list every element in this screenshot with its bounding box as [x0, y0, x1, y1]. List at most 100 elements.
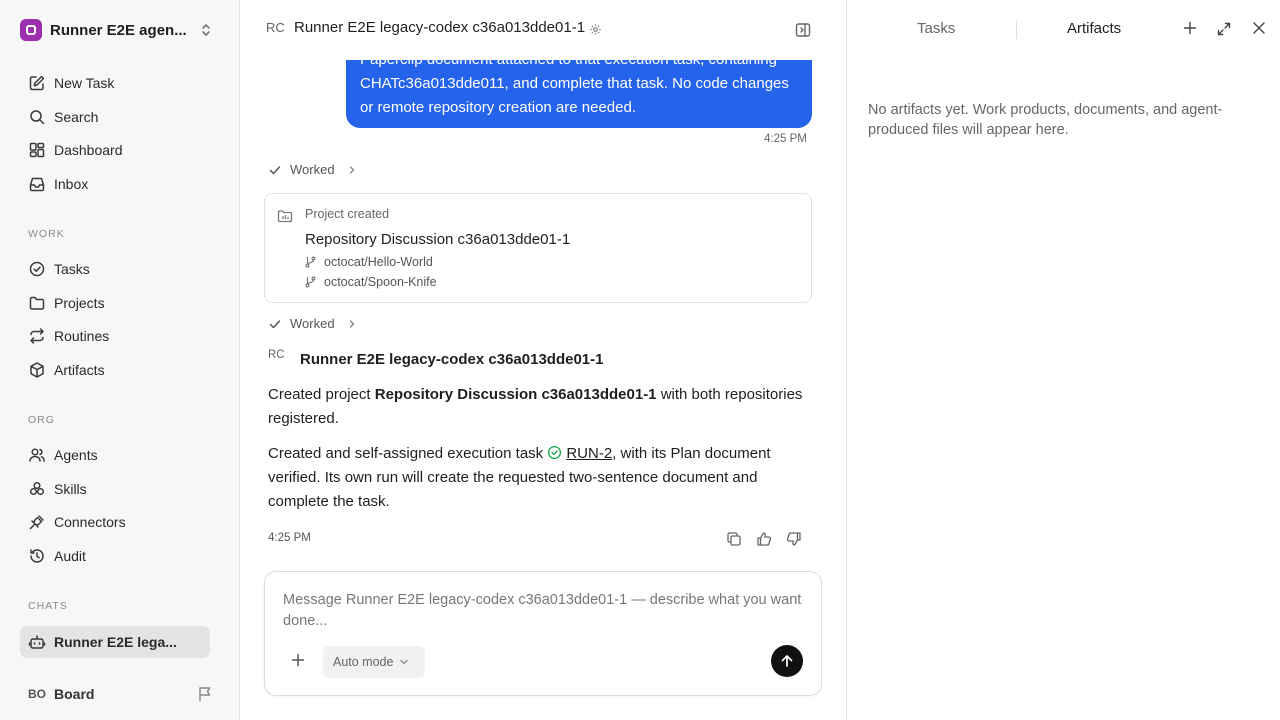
- nav-new-task[interactable]: New Task: [20, 68, 210, 98]
- expand-icon[interactable]: [1216, 21, 1232, 37]
- nav-audit[interactable]: Audit: [20, 541, 210, 571]
- worked-label: Worked: [290, 316, 335, 331]
- nav-tasks[interactable]: Tasks: [20, 254, 210, 284]
- project-name-bold: Repository Discussion c36a013dde01-1: [374, 386, 657, 403]
- agent-avatar: RC: [268, 349, 285, 361]
- chat-panel: Paperclip document attached to that exec…: [240, 0, 846, 720]
- artifacts-panel: Tasks Artifacts No artifacts yet. Work p…: [846, 0, 1280, 720]
- text-span: Created project: [268, 386, 375, 403]
- agent-message-header: RC Runner E2E legacy-codex c36a013dde01-…: [268, 349, 604, 369]
- nav-routines[interactable]: Routines: [20, 321, 210, 351]
- copy-icon[interactable]: [726, 531, 742, 547]
- dashboard-icon: [28, 141, 46, 159]
- gear-icon[interactable]: [589, 23, 602, 36]
- git-branch-icon: [305, 276, 316, 288]
- nav-dashboard[interactable]: Dashboard: [20, 135, 210, 165]
- message-actions: [726, 531, 802, 547]
- nav-connectors[interactable]: Connectors: [20, 507, 210, 537]
- card-label: Project created: [305, 207, 390, 221]
- nav-label: Projects: [54, 295, 105, 311]
- workspace-name: Runner E2E agen...: [50, 21, 187, 39]
- nav-agents[interactable]: Agents: [20, 440, 210, 470]
- chat-item-runner[interactable]: Runner E2E lega...: [20, 626, 210, 658]
- check-icon: [268, 163, 282, 177]
- nav-label: New Task: [54, 75, 115, 91]
- inbox-icon: [28, 175, 46, 193]
- check-circle-icon: [28, 260, 46, 278]
- add-plus-icon[interactable]: [1183, 21, 1197, 35]
- chevron-up-down-icon[interactable]: [200, 22, 212, 38]
- plug-icon: [28, 513, 46, 531]
- text-span: Created and self-assigned execution task: [268, 445, 548, 462]
- check-icon: [268, 317, 282, 331]
- board-label: Board: [54, 686, 95, 702]
- chat-title: Runner E2E legacy-codex c36a013dde01-1: [294, 19, 586, 36]
- tab-divider: [1016, 21, 1017, 39]
- nav-artifacts[interactable]: Artifacts: [20, 355, 210, 385]
- users-icon: [28, 446, 46, 464]
- edit-icon: [28, 74, 46, 92]
- workspace-logo-icon: [20, 19, 42, 41]
- task-link-run-2[interactable]: RUN-2: [566, 442, 612, 466]
- chevron-down-icon: [399, 657, 409, 667]
- nav-label: Agents: [54, 447, 98, 463]
- project-icon: [277, 208, 293, 224]
- agent-message-paragraph-2: Created and self-assigned execution task…: [268, 442, 808, 514]
- thumbs-up-icon[interactable]: [756, 531, 772, 547]
- nav-label: Inbox: [54, 176, 89, 192]
- section-label-org: ORG: [28, 414, 55, 426]
- worked-label: Worked: [290, 162, 335, 177]
- tab-artifacts[interactable]: Artifacts: [1067, 20, 1121, 37]
- agent-name: Runner E2E legacy-codex c36a013dde01-1: [300, 350, 604, 368]
- attach-plus-icon[interactable]: [291, 653, 305, 667]
- nav-inbox[interactable]: Inbox: [20, 169, 210, 199]
- send-button[interactable]: [771, 645, 803, 677]
- tab-tasks[interactable]: Tasks: [917, 20, 955, 37]
- panel-toggle-icon[interactable]: [794, 21, 812, 39]
- check-circle-icon: [547, 445, 562, 460]
- nav-label: Connectors: [54, 514, 126, 530]
- artifacts-empty-state: No artifacts yet. Work products, documen…: [868, 102, 1223, 138]
- mode-select[interactable]: Auto mode: [323, 646, 425, 678]
- nav-search[interactable]: Search: [20, 102, 210, 132]
- sidebar: Runner E2E agen... New Task Search Dashb…: [0, 0, 240, 720]
- section-label-chats: CHATS: [28, 600, 68, 612]
- skills-icon: [28, 480, 46, 498]
- message-input[interactable]: [283, 590, 803, 638]
- nav-label: Search: [54, 109, 99, 125]
- nav-label: Routines: [54, 328, 110, 344]
- nav-label: Artifacts: [54, 362, 105, 378]
- nav-projects[interactable]: Projects: [20, 288, 210, 318]
- chevron-right-icon: [347, 319, 357, 329]
- worked-toggle-2[interactable]: Worked: [268, 316, 357, 331]
- chat-header: RC Runner E2E legacy-codex c36a013dde01-…: [240, 0, 846, 60]
- chat-avatar: RC: [266, 20, 285, 35]
- board-avatar: BO: [28, 687, 46, 701]
- project-name: Repository Discussion c36a013dde01-1: [305, 231, 571, 248]
- nav-label: Dashboard: [54, 142, 123, 158]
- thumbs-down-icon[interactable]: [786, 531, 802, 547]
- history-icon: [28, 547, 46, 565]
- nav-skills[interactable]: Skills: [20, 474, 210, 504]
- nav-label: Runner E2E lega...: [54, 634, 177, 650]
- project-created-card[interactable]: Project created Repository Discussion c3…: [264, 193, 812, 303]
- nav-label: Audit: [54, 548, 86, 564]
- worked-toggle-1[interactable]: Worked: [268, 162, 357, 177]
- repo-name: octocat/Hello-World: [324, 255, 433, 269]
- search-icon: [28, 108, 46, 126]
- repo-item: octocat/Spoon-Knife: [305, 275, 437, 289]
- board-item[interactable]: BO Board: [28, 682, 218, 706]
- bot-icon: [28, 633, 46, 651]
- message-composer: Auto mode: [264, 571, 822, 696]
- repo-item: octocat/Hello-World: [305, 255, 433, 269]
- nav-label: Tasks: [54, 261, 90, 277]
- mode-label: Auto mode: [333, 655, 394, 669]
- repeat-icon: [28, 327, 46, 345]
- flag-icon[interactable]: [198, 686, 212, 702]
- folder-icon: [28, 294, 46, 312]
- cube-icon: [28, 361, 46, 379]
- workspace-switcher[interactable]: Runner E2E agen...: [20, 16, 220, 44]
- git-branch-icon: [305, 256, 316, 268]
- chevron-right-icon: [347, 165, 357, 175]
- close-icon[interactable]: [1252, 21, 1266, 35]
